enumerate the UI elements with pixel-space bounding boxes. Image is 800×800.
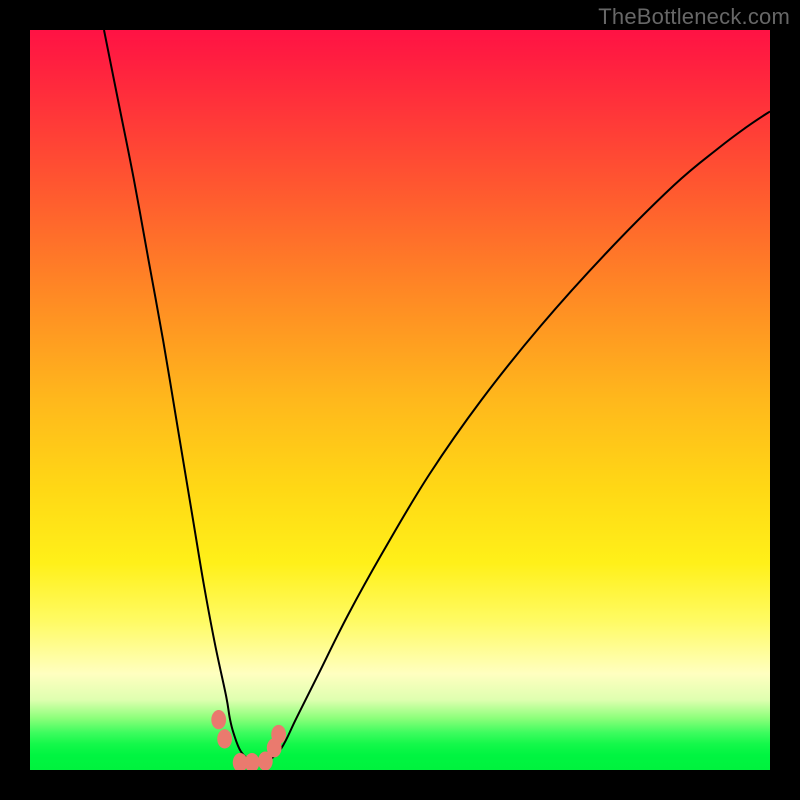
marker-0: [211, 710, 226, 729]
marker-6: [271, 725, 286, 744]
marker-3: [245, 753, 260, 770]
bottleneck-curves: [30, 30, 770, 770]
marker-1: [217, 729, 232, 748]
curve-left-branch: [104, 30, 267, 763]
curve-right-branch: [267, 111, 770, 762]
watermark-text: TheBottleneck.com: [598, 4, 790, 30]
chart-frame: TheBottleneck.com: [0, 0, 800, 800]
plot-area: [30, 30, 770, 770]
